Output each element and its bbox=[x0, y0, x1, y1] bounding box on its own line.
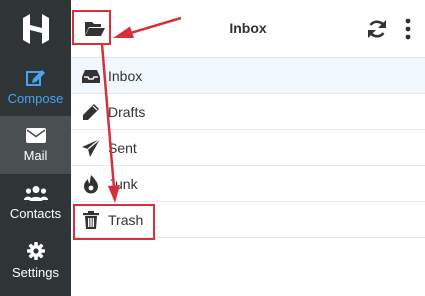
contacts-icon bbox=[23, 186, 48, 201]
refresh-icon bbox=[368, 20, 386, 38]
fire-icon bbox=[84, 175, 98, 194]
sidebar-item-label: Compose bbox=[7, 91, 64, 106]
sidebar-item-label: Settings bbox=[12, 265, 59, 280]
highlight-folder-button bbox=[72, 10, 111, 45]
sidebar-item-label: Contacts bbox=[9, 206, 62, 221]
header-bar: Inbox bbox=[71, 0, 425, 58]
sidebar-item-mail[interactable]: Mail bbox=[0, 116, 71, 174]
sidebar: Compose Mail Contacts Settings bbox=[0, 0, 71, 296]
more-options-button[interactable] bbox=[400, 17, 416, 41]
app-logo[interactable] bbox=[0, 0, 71, 58]
more-vertical-icon bbox=[405, 18, 411, 40]
mail-icon bbox=[25, 127, 46, 143]
folder-item-inbox[interactable]: Inbox bbox=[71, 58, 425, 94]
gear-icon bbox=[26, 242, 45, 260]
folder-item-junk[interactable]: Junk bbox=[71, 166, 425, 202]
folder-item-label: Sent bbox=[108, 140, 137, 156]
folder-item-drafts[interactable]: Drafts bbox=[71, 94, 425, 130]
sidebar-item-compose[interactable]: Compose bbox=[0, 58, 71, 116]
sidebar-item-settings[interactable]: Settings bbox=[0, 232, 71, 290]
inbox-icon bbox=[82, 70, 100, 83]
folder-item-sent[interactable]: Sent bbox=[71, 130, 425, 166]
send-icon bbox=[82, 138, 101, 157]
logo-icon bbox=[22, 14, 49, 44]
sidebar-item-label: Mail bbox=[23, 147, 48, 163]
folder-item-label: Junk bbox=[108, 176, 138, 192]
highlight-trash-item bbox=[73, 204, 155, 240]
sidebar-item-contacts[interactable]: Contacts bbox=[0, 174, 71, 232]
compose-icon bbox=[25, 70, 45, 86]
folder-item-label: Drafts bbox=[108, 104, 146, 120]
folder-item-label: Inbox bbox=[108, 68, 143, 84]
refresh-button[interactable] bbox=[365, 17, 389, 41]
pencil-icon bbox=[83, 104, 99, 120]
